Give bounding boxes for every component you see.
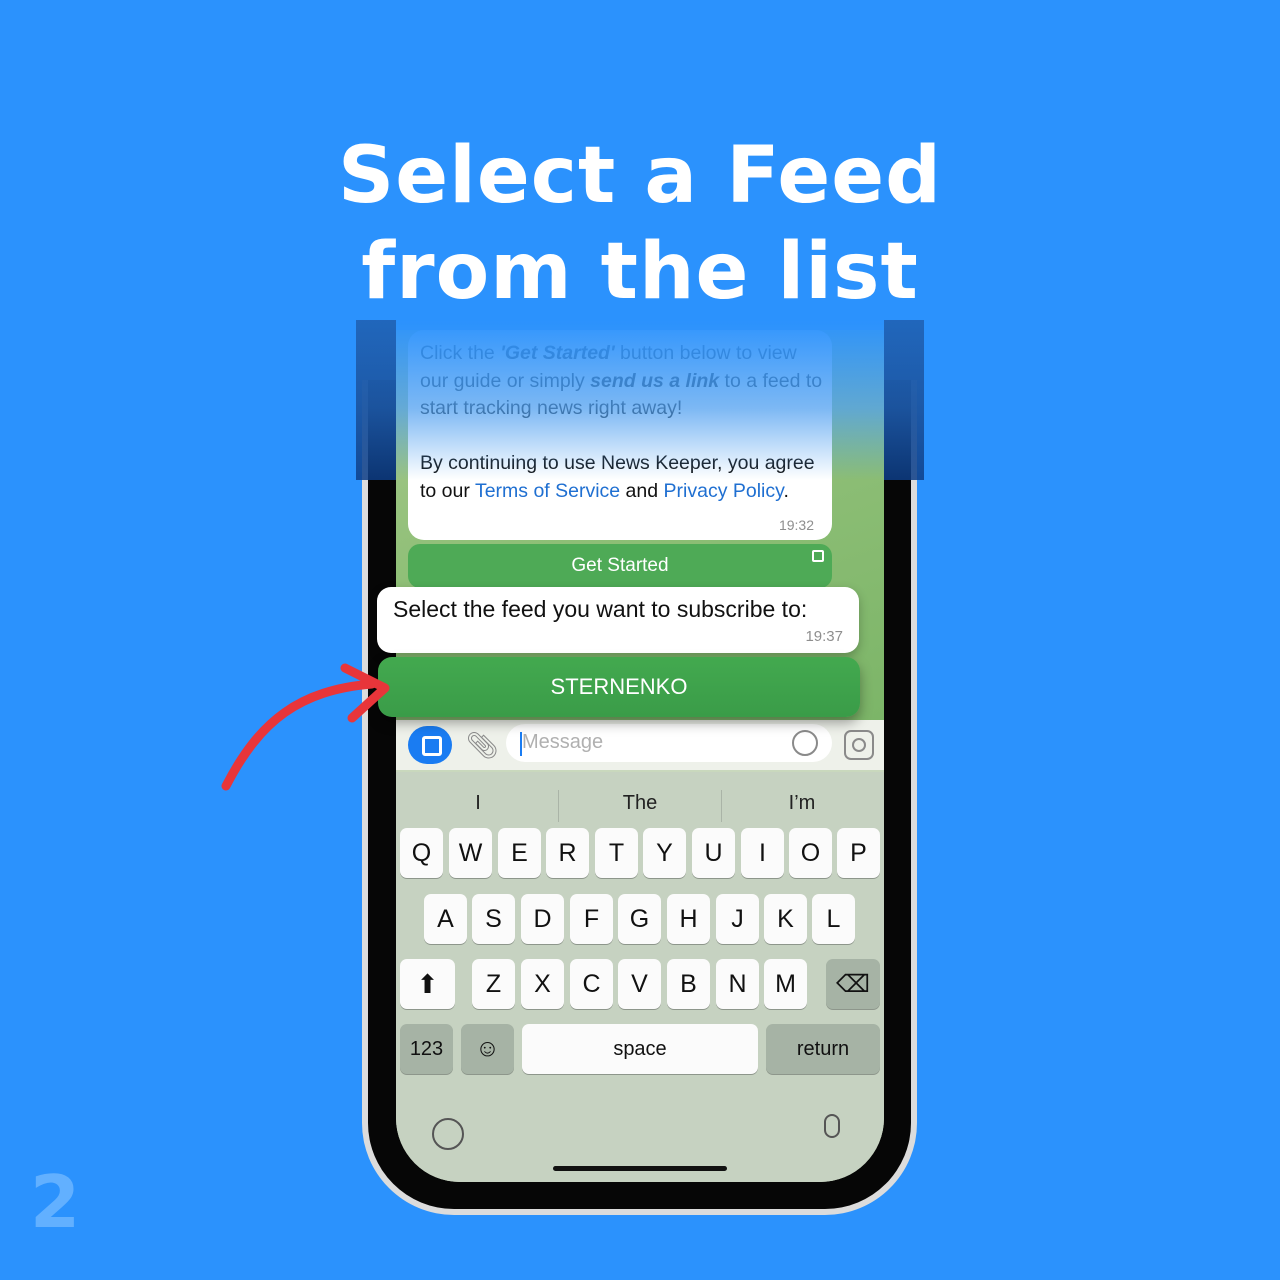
menu-square-icon: [422, 736, 442, 756]
intro-timestamp: 19:32: [778, 517, 814, 533]
bot-menu-button[interactable]: [408, 726, 452, 764]
key-t[interactable]: T: [595, 828, 638, 878]
headline: Select a Feed from the list: [0, 128, 1280, 320]
headline-line-2: from the list: [361, 227, 919, 317]
intro-emphasis-get-started: 'Get Started': [500, 342, 615, 364]
step-number: 2: [30, 1160, 81, 1244]
onscreen-keyboard: I The I’m Q W E R T Y U I O P A S D F G …: [396, 772, 884, 1182]
intro-emphasis-send-link: send us a link: [590, 369, 720, 392]
key-n[interactable]: N: [716, 959, 759, 1009]
intro-text: Click the: [420, 342, 501, 364]
backspace-key[interactable]: ⌫: [826, 959, 880, 1009]
key-r[interactable]: R: [546, 828, 589, 878]
feed-prompt-bubble: Select the feed you want to subscribe to…: [377, 587, 859, 653]
terms-text: .: [783, 479, 789, 502]
message-composer: 📎︎ Message: [396, 720, 884, 770]
intro-message-bubble: Click the 'Get Started' button below to …: [408, 330, 832, 540]
key-f[interactable]: F: [570, 894, 613, 944]
emoji-icon: ☺︎: [475, 1035, 500, 1062]
key-v[interactable]: V: [618, 959, 661, 1009]
paperclip-icon[interactable]: 📎︎: [466, 730, 499, 761]
emoji-key[interactable]: ☺︎: [461, 1024, 514, 1074]
terms-of-service-link[interactable]: Terms of Service: [475, 480, 620, 502]
feed-option-label: STERNENKO: [550, 674, 688, 699]
key-i[interactable]: I: [741, 828, 784, 878]
microphone-icon[interactable]: [824, 1114, 840, 1138]
key-x[interactable]: X: [521, 959, 564, 1009]
key-e[interactable]: E: [498, 828, 541, 878]
key-s[interactable]: S: [472, 894, 515, 944]
phone-screen: Click the 'Get Started' button below to …: [396, 330, 884, 1182]
feed-option-button[interactable]: STERNENKO: [378, 657, 860, 717]
key-h[interactable]: H: [667, 894, 710, 944]
space-key[interactable]: space: [522, 1024, 758, 1074]
phone-edge-right: [884, 320, 924, 480]
key-j[interactable]: J: [716, 894, 759, 944]
shift-arrow-icon: ⬆︎: [416, 968, 439, 999]
sticker-icon[interactable]: [792, 730, 818, 756]
key-w[interactable]: W: [449, 828, 492, 878]
key-z[interactable]: Z: [472, 959, 515, 1009]
suggestion-3[interactable]: I’m: [722, 792, 882, 815]
suggestion-2[interactable]: The: [560, 792, 720, 815]
key-k[interactable]: K: [764, 894, 807, 944]
phone-edge-left: [356, 320, 396, 480]
return-key[interactable]: return: [766, 1024, 880, 1074]
suggestion-divider: [558, 790, 559, 822]
arrow-shaft: [221, 679, 377, 791]
privacy-policy-link[interactable]: Privacy Policy: [664, 480, 784, 502]
globe-icon[interactable]: [432, 1118, 464, 1150]
feed-prompt-timestamp: 19:37: [805, 628, 843, 645]
message-placeholder: Message: [522, 731, 604, 753]
intro-paragraph-1: Click the 'Get Started' button below to …: [420, 340, 825, 423]
key-l[interactable]: L: [812, 894, 855, 944]
key-c[interactable]: C: [570, 959, 613, 1009]
key-a[interactable]: A: [424, 894, 467, 944]
key-g[interactable]: G: [618, 894, 661, 944]
intro-paragraph-2: By continuing to use News Keeper, you ag…: [420, 450, 825, 505]
key-u[interactable]: U: [692, 828, 735, 878]
terms-text: and: [620, 479, 664, 502]
message-input[interactable]: Message: [506, 724, 832, 762]
backspace-icon: ⌫: [836, 970, 870, 998]
key-y[interactable]: Y: [643, 828, 686, 878]
key-o[interactable]: O: [789, 828, 832, 878]
key-m[interactable]: M: [764, 959, 807, 1009]
key-q[interactable]: Q: [400, 828, 443, 878]
feed-prompt-text: Select the feed you want to subscribe to…: [393, 596, 808, 622]
headline-line-1: Select a Feed: [338, 131, 942, 221]
key-b[interactable]: B: [667, 959, 710, 1009]
suggestion-1[interactable]: I: [398, 792, 558, 815]
get-started-button[interactable]: Get Started: [408, 544, 832, 588]
get-started-label: Get Started: [571, 555, 669, 576]
numbers-key[interactable]: 123: [400, 1024, 453, 1074]
key-p[interactable]: P: [837, 828, 880, 878]
webapp-icon: [812, 550, 824, 562]
camera-icon[interactable]: [844, 730, 874, 760]
shift-key[interactable]: ⬆︎: [400, 959, 455, 1009]
key-d[interactable]: D: [521, 894, 564, 944]
home-indicator: [553, 1166, 727, 1171]
